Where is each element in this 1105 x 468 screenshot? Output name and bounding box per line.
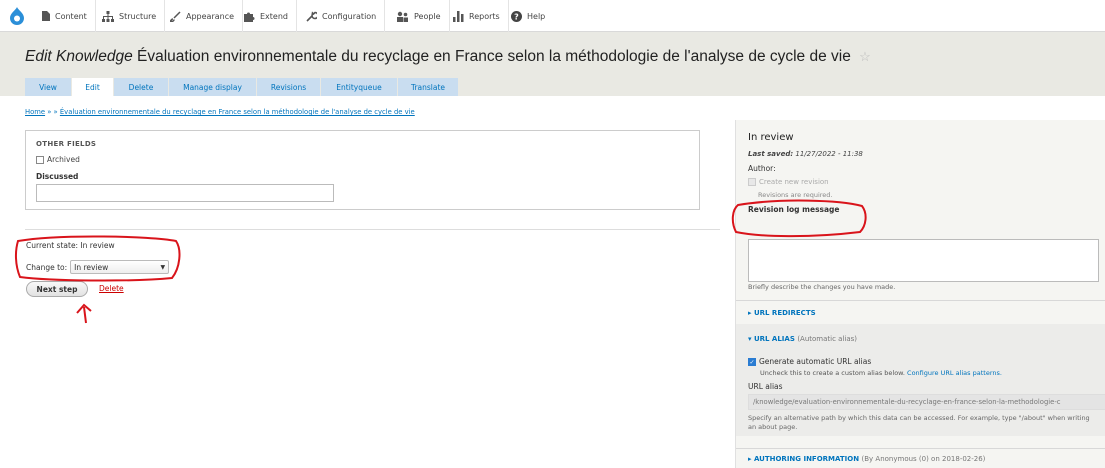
- other-fields-fieldset: OTHER FIELDS Archived Discussed: [25, 130, 700, 210]
- delete-link[interactable]: Delete: [99, 284, 124, 293]
- revision-log-help: Briefly describe the changes you have ma…: [748, 283, 896, 291]
- meta-sidebar: In review Last saved: 11/27/2022 - 11:38…: [735, 120, 1105, 468]
- breadcrumb-separator: » »: [45, 108, 60, 116]
- generate-alias-checkbox[interactable]: ✓: [748, 357, 756, 366]
- admin-toolbar: Content Structure Appearance Extend Conf…: [0, 0, 1105, 32]
- tab-entityqueue[interactable]: Entityqueue: [321, 78, 398, 96]
- next-step-button[interactable]: Next step: [26, 281, 88, 297]
- authoring-heading: AUTHORING INFORMATION: [753, 455, 860, 463]
- tab-view[interactable]: View: [25, 78, 72, 96]
- revision-log-label: Revision log message: [748, 205, 840, 214]
- discussed-input[interactable]: [36, 184, 334, 202]
- url-alias-heading: URL ALIAS: [753, 335, 795, 343]
- last-saved: Last saved: 11/27/2022 - 11:38: [748, 150, 863, 158]
- toolbar-appearance[interactable]: Appearance: [164, 0, 244, 32]
- toolbar-appearance-label: Appearance: [186, 11, 235, 21]
- url-redirects-section: [736, 300, 1105, 301]
- toolbar-content[interactable]: Content: [36, 0, 96, 32]
- wrench-icon: [306, 10, 317, 22]
- tab-edit[interactable]: Edit: [72, 78, 114, 96]
- url-redirects-toggle[interactable]: ▸ URL REDIRECTS: [748, 309, 816, 317]
- last-saved-label: Last saved:: [748, 150, 794, 158]
- tab-manage-display[interactable]: Manage display: [169, 78, 257, 96]
- tab-delete[interactable]: Delete: [114, 78, 169, 96]
- toolbar-people-label: People: [414, 11, 441, 21]
- url-redirects-label: URL REDIRECTS: [753, 309, 816, 317]
- author-label: Author:: [748, 164, 776, 173]
- create-revision-row: Create new revision: [748, 178, 829, 186]
- url-alias-note: (Automatic alias): [797, 335, 858, 343]
- toolbar-extend[interactable]: Extend: [238, 0, 297, 32]
- toolbar-configuration-label: Configuration: [322, 11, 377, 21]
- url-alias-toggle[interactable]: ▾ URL ALIAS (Automatic alias): [748, 335, 857, 343]
- toolbar-content-label: Content: [55, 11, 87, 21]
- puzzle-icon: [244, 12, 255, 22]
- page-title-prefix: Edit Knowledge: [25, 48, 133, 65]
- authoring-section: [736, 448, 1105, 449]
- file-icon: [42, 11, 50, 21]
- generate-alias-row[interactable]: ✓ Generate automatic URL alias: [748, 357, 871, 366]
- toolbar-help-label: Help: [527, 11, 546, 21]
- drupal-logo-icon[interactable]: [0, 0, 34, 32]
- svg-text:?: ?: [514, 12, 519, 21]
- create-revision-label: Create new revision: [759, 178, 829, 186]
- authoring-note: (By Anonymous (0) on 2018-02-26): [861, 455, 986, 463]
- authoring-toggle[interactable]: ▸ AUTHORING INFORMATION (By Anonymous (0…: [748, 455, 985, 463]
- toolbar-structure-label: Structure: [119, 11, 157, 21]
- tab-translate[interactable]: Translate: [398, 78, 459, 96]
- toolbar-people[interactable]: People: [390, 0, 450, 32]
- archived-checkbox[interactable]: [36, 155, 44, 164]
- change-to-row: Change to: In review ▼: [26, 260, 170, 274]
- toolbar-structure[interactable]: Structure: [96, 0, 166, 32]
- brush-icon: [170, 10, 181, 22]
- revision-log-textarea[interactable]: [748, 239, 1099, 282]
- page-title: Edit Knowledge Évaluation environnementa…: [25, 48, 871, 66]
- people-icon: [397, 11, 408, 22]
- url-alias-input[interactable]: /knowledge/evaluation-environnementale-d…: [748, 394, 1105, 410]
- toolbar-reports-label: Reports: [469, 11, 500, 21]
- primary-tabs: View Edit Delete Manage display Revision…: [25, 78, 459, 96]
- url-alias-label: URL alias: [748, 382, 783, 391]
- change-to-label: Change to:: [26, 262, 68, 272]
- archived-label: Archived: [47, 155, 80, 164]
- bar-chart-icon: [453, 10, 464, 22]
- chevron-down-icon: ▼: [160, 263, 166, 271]
- breadcrumb-home[interactable]: Home: [25, 108, 45, 116]
- generate-alias-label: Generate automatic URL alias: [759, 357, 872, 366]
- url-alias-help: Specify an alternative path by which thi…: [748, 414, 1090, 431]
- star-icon[interactable]: ☆: [859, 49, 871, 64]
- moderation-state-select[interactable]: In review ▼: [70, 260, 170, 274]
- divider: [25, 229, 720, 230]
- other-fields-legend: OTHER FIELDS: [36, 140, 97, 148]
- structure-icon: [102, 10, 114, 22]
- breadcrumb-current[interactable]: Évaluation environnementale du recyclage…: [60, 108, 415, 116]
- current-state: Current state: In review: [26, 241, 115, 250]
- page-title-text: Évaluation environnementale du recyclage…: [137, 48, 851, 65]
- toolbar-configuration[interactable]: Configuration: [300, 0, 386, 32]
- moderation-state-title: In review: [748, 132, 794, 143]
- toolbar-reports[interactable]: Reports: [447, 0, 509, 32]
- uncheck-text: Uncheck this to create a custom alias be…: [760, 369, 905, 377]
- create-revision-checkbox: [748, 178, 756, 186]
- revisions-required-note: Revisions are required.: [758, 191, 833, 199]
- configure-alias-link[interactable]: Configure URL alias patterns.: [907, 369, 1002, 377]
- toolbar-extend-label: Extend: [260, 11, 288, 21]
- toolbar-help[interactable]: ? Help: [505, 0, 553, 32]
- moderation-state-value: In review: [74, 262, 109, 272]
- help-icon: ?: [511, 10, 522, 22]
- breadcrumb: Home » » Évaluation environnementale du …: [25, 108, 415, 116]
- annotation-arrow-up: [76, 303, 92, 324]
- tab-revisions[interactable]: Revisions: [257, 78, 321, 96]
- last-saved-value: 11/27/2022 - 11:38: [795, 150, 863, 158]
- discussed-label: Discussed: [36, 172, 79, 181]
- uncheck-help: Uncheck this to create a custom alias be…: [760, 369, 1002, 377]
- archived-checkbox-row[interactable]: Archived: [36, 155, 80, 164]
